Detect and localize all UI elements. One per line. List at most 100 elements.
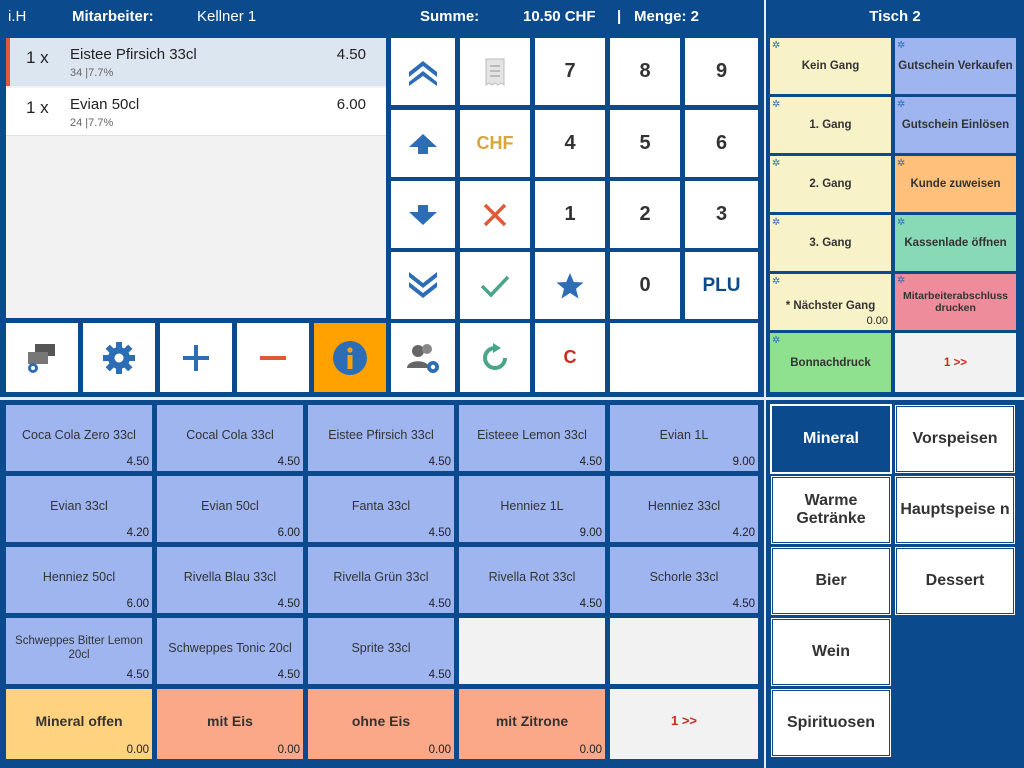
key-label: 7 (564, 60, 576, 82)
category-wine[interactable]: Wein (771, 618, 891, 686)
product-button[interactable]: Schweppes Bitter Lemon 20cl 4.50 (6, 618, 152, 684)
redeem-voucher-button[interactable]: ✲ Gutschein Einlösen (895, 97, 1016, 153)
cancel-button[interactable] (460, 181, 530, 248)
refresh-icon (483, 342, 507, 370)
product-name: mit Eis (207, 713, 253, 729)
product-button[interactable]: Henniez 1L 9.00 (459, 476, 605, 542)
product-name: Henniez 50cl (42, 570, 116, 584)
order-item[interactable]: 1 x Eistee Pfirsich 33cl 34 |7.7% 4.50 (6, 38, 386, 86)
product-button[interactable]: Evian 33cl 4.20 (6, 476, 152, 542)
gear-icon: ✲ (772, 40, 781, 51)
plu-button[interactable]: PLU (685, 252, 758, 319)
order-item-qty: 1 x (26, 48, 49, 67)
product-price: 4.50 (428, 598, 451, 610)
product-button[interactable]: Eisteee Lemon 33cl 4.50 (459, 405, 605, 471)
product-button[interactable]: Evian 1L 9.00 (610, 405, 758, 471)
reprint-button[interactable]: ✲ Bonnachdruck (770, 333, 891, 392)
course-none-button[interactable]: ✲ Kein Gang (770, 38, 891, 94)
key-4[interactable]: 4 (535, 110, 605, 177)
open-drawer-button[interactable]: ✲ Kassenlade öffnen (895, 215, 1016, 271)
order-item-tax: 24 |7.7% (70, 117, 114, 129)
scroll-down-button[interactable] (391, 181, 455, 248)
product-button[interactable]: Sprite 33cl 4.50 (308, 618, 454, 684)
modifier-with-ice-button[interactable]: mit Eis 0.00 (157, 689, 303, 759)
category-mains[interactable]: Hauptspeise n (895, 476, 1015, 544)
course-2-button[interactable]: ✲ 2. Gang (770, 156, 891, 212)
favorite-button[interactable] (535, 252, 605, 319)
function-next-page-button[interactable]: 1 >> (895, 333, 1016, 392)
info-button[interactable] (314, 323, 386, 392)
order-list[interactable]: 1 x Eistee Pfirsich 33cl 34 |7.7% 4.50 1… (6, 38, 386, 318)
clear-button[interactable]: C (535, 323, 605, 392)
key-7[interactable]: 7 (535, 38, 605, 105)
currency-button[interactable]: CHF (460, 110, 530, 177)
plu-label: PLU (702, 274, 741, 296)
employee-close-button[interactable]: ✲ Mitarbeiterabschluss drucken (895, 274, 1016, 330)
order-item-price: 6.00 (336, 96, 366, 113)
product-button[interactable]: Schorle 33cl 4.50 (610, 547, 758, 613)
product-button[interactable]: Henniez 33cl 4.20 (610, 476, 758, 542)
decrease-button[interactable] (237, 323, 309, 392)
category-starters[interactable]: Vorspeisen (895, 405, 1015, 473)
key-5[interactable]: 5 (610, 110, 680, 177)
split-order-button[interactable] (6, 323, 78, 392)
category-mineral[interactable]: Mineral (770, 404, 892, 474)
assign-employee-button[interactable] (391, 323, 455, 392)
product-price: 4.50 (428, 527, 451, 539)
gear-icon (103, 341, 135, 374)
key-3[interactable]: 3 (685, 181, 758, 248)
key-1[interactable]: 1 (535, 181, 605, 248)
count-label: Menge: 2 (634, 8, 700, 25)
next-course-button[interactable]: ✲ * Nächster Gang 0.00 (770, 274, 891, 330)
product-button[interactable]: Evian 50cl 6.00 (157, 476, 303, 542)
scroll-top-button[interactable] (391, 38, 455, 105)
scroll-bottom-button[interactable] (391, 252, 455, 319)
category-beer[interactable]: Bier (771, 547, 891, 615)
assign-customer-button[interactable]: ✲ Kunde zuweisen (895, 156, 1016, 212)
receipt-button[interactable] (460, 38, 530, 105)
course-3-button[interactable]: ✲ 3. Gang (770, 215, 891, 271)
product-button[interactable]: Schweppes Tonic 20cl 4.50 (157, 618, 303, 684)
gear-icon: ✲ (897, 40, 906, 51)
order-item[interactable]: 1 x Evian 50cl 24 |7.7% 6.00 (6, 88, 386, 136)
key-label: 4 (564, 132, 576, 154)
key-2[interactable]: 2 (610, 181, 680, 248)
plus-icon (183, 344, 209, 371)
product-name: Henniez 1L (500, 499, 564, 513)
key-0[interactable]: 0 (610, 252, 680, 319)
product-button[interactable]: Rivella Blau 33cl 4.50 (157, 547, 303, 613)
product-button[interactable]: Coca Cola Zero 33cl 4.50 (6, 405, 152, 471)
settings-button[interactable] (83, 323, 155, 392)
product-next-page-button[interactable]: 1 >> (610, 689, 758, 759)
split-order-icon (28, 343, 55, 373)
receipt-icon (485, 58, 505, 86)
key-6[interactable]: 6 (685, 110, 758, 177)
increase-button[interactable] (160, 323, 232, 392)
product-button[interactable]: Fanta 33cl 4.50 (308, 476, 454, 542)
scroll-up-button[interactable] (391, 110, 455, 177)
category-spirits[interactable]: Spirituosen (771, 689, 891, 757)
product-price: 6.00 (126, 598, 149, 610)
category-dessert[interactable]: Dessert (895, 547, 1015, 615)
key-8[interactable]: 8 (610, 38, 680, 105)
sell-voucher-button[interactable]: ✲ Gutschein Verkaufen (895, 38, 1016, 94)
key-9[interactable]: 9 (685, 38, 758, 105)
confirm-button[interactable] (460, 252, 530, 319)
mineral-open-button[interactable]: Mineral offen 0.00 (6, 689, 152, 759)
product-button[interactable]: Eistee Pfirsich 33cl 4.50 (308, 405, 454, 471)
course-1-button[interactable]: ✲ 1. Gang (770, 97, 891, 153)
product-button[interactable]: Rivella Rot 33cl 4.50 (459, 547, 605, 613)
refresh-button[interactable] (460, 323, 530, 392)
product-button[interactable]: Cocal Cola 33cl 4.50 (157, 405, 303, 471)
function-label: Kein Gang (801, 60, 860, 72)
modifier-no-ice-button[interactable]: ohne Eis 0.00 (308, 689, 454, 759)
product-button[interactable]: Rivella Grün 33cl 4.50 (308, 547, 454, 613)
function-label: 3. Gang (809, 237, 852, 249)
modifier-with-lemon-button[interactable]: mit Zitrone 0.00 (459, 689, 605, 759)
category-hot-drinks[interactable]: Warme Getränke (771, 476, 891, 544)
vertical-divider (764, 0, 766, 768)
product-name: Henniez 33cl (647, 499, 721, 513)
users-gear-icon (407, 343, 439, 373)
product-button[interactable]: Henniez 50cl 6.00 (6, 547, 152, 613)
product-price: 0.00 (428, 744, 451, 756)
